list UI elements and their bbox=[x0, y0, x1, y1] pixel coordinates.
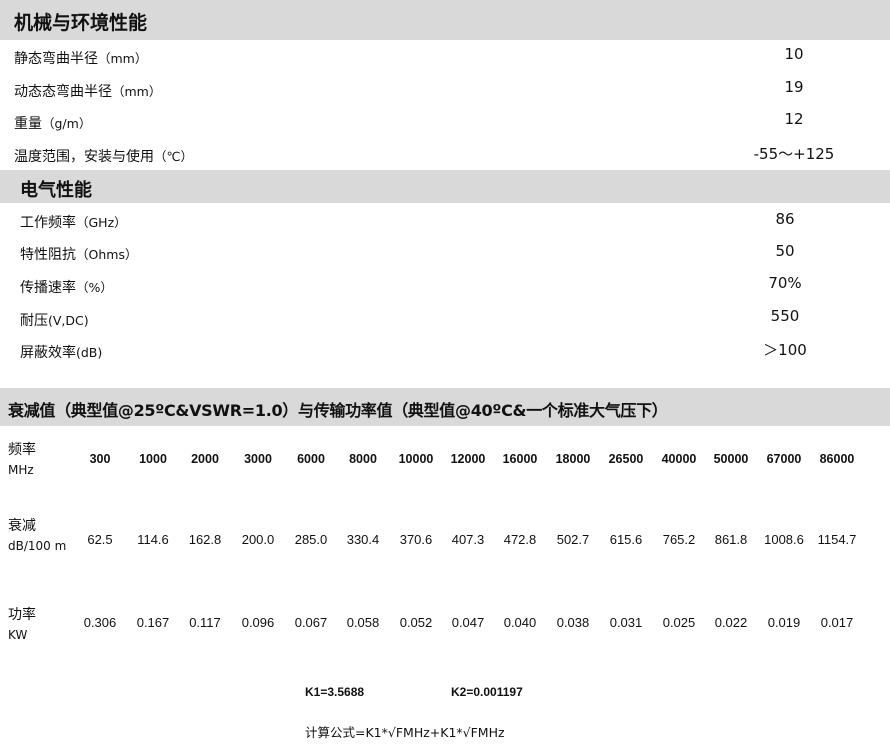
power-cell: 0.167 bbox=[136, 615, 170, 630]
spec-label-frequency: 工作频率（GHz） bbox=[20, 215, 127, 231]
electrical-header-band bbox=[0, 170, 890, 203]
frequency-cell: 40000 bbox=[661, 452, 697, 466]
power-cell: 0.040 bbox=[503, 615, 537, 630]
spec-value-frequency: 86 bbox=[775, 210, 795, 228]
attenuation-cell: 407.3 bbox=[451, 532, 485, 547]
calculation-formula: 计算公式=K1*√FMHz+K1*√FMHz bbox=[305, 725, 505, 740]
attenuation-cell: 502.7 bbox=[556, 532, 590, 547]
frequency-cell: 300 bbox=[89, 452, 111, 466]
frequency-cell: 86000 bbox=[819, 452, 855, 466]
power-cell: 0.038 bbox=[556, 615, 590, 630]
frequency-cell: 26500 bbox=[608, 452, 644, 466]
spec-label-weight: 重量（g/m） bbox=[14, 116, 92, 132]
attenuation-cell: 62.5 bbox=[87, 532, 113, 547]
frequency-cell: 1000 bbox=[139, 452, 167, 466]
frequency-cell: 10000 bbox=[398, 452, 434, 466]
frequency-cell: 18000 bbox=[555, 452, 591, 466]
spec-label-shielding: 屏蔽效率(dB) bbox=[20, 345, 103, 361]
spec-value-shielding: ＞100 bbox=[763, 341, 807, 359]
attenuation-cell: 285.0 bbox=[294, 532, 328, 547]
frequency-cell: 6000 bbox=[297, 452, 325, 466]
attenuation-power-table: 频率 MHz 衰减 dB/100 m 功率 KW 300 1000 2000 3000… bbox=[0, 432, 890, 662]
spec-value-temperature: -55～+125 bbox=[753, 145, 835, 163]
spec-label-dynamic-bend: 动态态弯曲半径（mm） bbox=[14, 84, 162, 100]
attenuation-cell: 1154.7 bbox=[817, 532, 857, 547]
frequency-cell: 16000 bbox=[502, 452, 538, 466]
spec-label-static-bend: 静态弯曲半径（mm） bbox=[14, 51, 148, 67]
power-row-label: 功率 KW bbox=[8, 607, 36, 642]
attenuation-cell: 330.4 bbox=[346, 532, 380, 547]
mechanical-section-title: 机械与环境性能 bbox=[14, 12, 148, 34]
power-cell: 0.058 bbox=[346, 615, 380, 630]
power-cell: 0.047 bbox=[451, 615, 485, 630]
spec-label-voltage: 耐压(V,DC) bbox=[20, 313, 89, 329]
power-cell: 0.031 bbox=[609, 615, 643, 630]
attenuation-cell: 1008.6 bbox=[764, 532, 804, 547]
attenuation-cell: 114.6 bbox=[137, 532, 169, 547]
frequency-cell: 8000 bbox=[349, 452, 377, 466]
spec-value-impedance: 50 bbox=[775, 242, 795, 260]
frequency-cell: 2000 bbox=[191, 452, 219, 466]
power-cell: 0.052 bbox=[399, 615, 433, 630]
frequency-cell: 12000 bbox=[450, 452, 486, 466]
power-cell: 0.067 bbox=[294, 615, 328, 630]
frequency-cell: 50000 bbox=[713, 452, 749, 466]
spec-value-voltage: 550 bbox=[770, 307, 800, 325]
attenuation-cell: 765.2 bbox=[662, 532, 696, 547]
spec-value-dynamic-bend: 19 bbox=[784, 78, 804, 96]
k1-constant: K1=3.5688 bbox=[305, 685, 365, 699]
power-cell: 0.022 bbox=[714, 615, 748, 630]
spec-value-weight: 12 bbox=[784, 110, 804, 128]
attenuation-cell: 615.6 bbox=[609, 532, 643, 547]
power-cell: 0.019 bbox=[767, 615, 801, 630]
spec-label-temperature: 温度范围，安装与使用（℃） bbox=[14, 149, 194, 165]
power-cell: 0.306 bbox=[83, 615, 117, 630]
attenuation-cell: 370.6 bbox=[399, 532, 433, 547]
attenuation-section-title: 衰减值（典型值@25ºC&VSWR=1.0）与传输功率值（典型值@40ºC&一个… bbox=[8, 401, 668, 420]
attenuation-cell: 861.8 bbox=[714, 532, 748, 547]
power-cell: 0.096 bbox=[241, 615, 275, 630]
frequency-row-label: 频率 MHz bbox=[8, 442, 36, 477]
frequency-cell: 3000 bbox=[244, 452, 272, 466]
spec-value-static-bend: 10 bbox=[784, 45, 804, 63]
attenuation-cell: 162.8 bbox=[188, 532, 222, 547]
k2-constant: K2=0.001197 bbox=[451, 685, 523, 699]
spec-value-velocity: 70% bbox=[768, 274, 802, 292]
attenuation-cell: 200.0 bbox=[241, 532, 275, 547]
power-cell: 0.017 bbox=[820, 615, 854, 630]
electrical-section-title: 电气性能 bbox=[20, 180, 92, 201]
spec-label-impedance: 特性阻抗（Ohms） bbox=[20, 247, 138, 263]
attenuation-cell: 472.8 bbox=[503, 532, 537, 547]
frequency-cell: 67000 bbox=[766, 452, 802, 466]
attenuation-row-label: 衰减 dB/100 m bbox=[8, 518, 67, 553]
power-cell: 0.025 bbox=[662, 615, 696, 630]
power-cell: 0.117 bbox=[189, 615, 221, 630]
spec-label-velocity: 传播速率（%） bbox=[20, 280, 113, 296]
